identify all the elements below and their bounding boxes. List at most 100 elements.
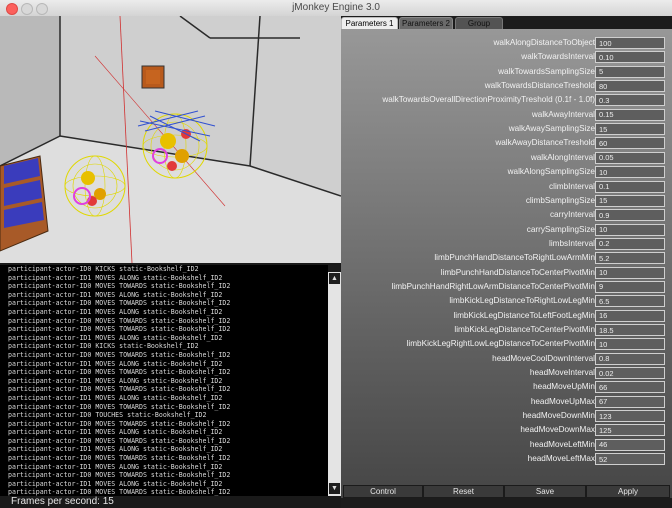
param-label: limbKickLegRightLowLegDistanceToCenterPi… (406, 339, 595, 349)
param-label: walkTowardsDistanceTreshold (484, 81, 595, 91)
log-line: participant-actor-ID0 MOVES TOWARDS stat… (8, 350, 231, 359)
param-row: limbKickLegDistanceToRightLowLegMin (341, 294, 672, 308)
panel-footer (341, 498, 672, 508)
param-row: headMoveLeftMin (341, 438, 672, 452)
param-value-input[interactable] (595, 252, 665, 265)
tab-parameters-1[interactable]: Parameters 1 (341, 17, 398, 29)
param-row: headMoveUpMax (341, 395, 672, 409)
param-value-input[interactable] (595, 51, 665, 64)
param-row: climbInterval (341, 180, 672, 194)
param-value-input[interactable] (595, 166, 665, 179)
param-row: walkAwaySamplingSize (341, 122, 672, 136)
param-row: walkTowardsDistanceTreshold (341, 79, 672, 93)
reset-button[interactable]: Reset (423, 485, 504, 498)
param-value-input[interactable] (595, 395, 665, 408)
tab-bar: Parameters 1 Parameters 2 Group (341, 16, 672, 29)
apply-button[interactable]: Apply (586, 485, 670, 498)
log-line: participant-actor-ID0 KICKS static-Books… (8, 342, 199, 351)
param-value-input[interactable] (595, 223, 665, 236)
param-row: walkAlongDistanceToObject (341, 36, 672, 50)
param-value-input[interactable] (595, 137, 665, 150)
scroll-down-icon[interactable]: ▼ (329, 483, 340, 494)
param-value-input[interactable] (595, 94, 665, 107)
log-line: participant-actor-ID0 MOVES TOWARDS stat… (8, 436, 231, 445)
param-value-input[interactable] (595, 410, 665, 423)
log-line: participant-actor-ID0 MOVES TOWARDS stat… (8, 454, 231, 463)
param-label: carrySamplingSize (526, 224, 595, 234)
log-line: participant-actor-ID1 MOVES ALONG static… (8, 333, 223, 342)
log-line: participant-actor-ID0 MOVES TOWARDS stat… (8, 282, 231, 291)
param-row: walkAlongSamplingSize (341, 165, 672, 179)
param-value-input[interactable] (595, 324, 665, 336)
param-value-input[interactable] (595, 80, 665, 93)
log-line: participant-actor-ID0 MOVES TOWARDS stat… (8, 488, 231, 496)
tab-group[interactable]: Group (455, 17, 503, 29)
param-value-input[interactable] (595, 123, 665, 136)
param-label: walkAlongInterval (530, 152, 595, 162)
save-button[interactable]: Save (504, 485, 586, 498)
console-scrollbar[interactable]: ▲ ▼ (328, 272, 341, 496)
param-label: limbPunchHandDistanceToRightLowArmMin (434, 253, 595, 263)
log-line: participant-actor-ID1 MOVES ALONG static… (8, 428, 223, 437)
log-line: participant-actor-ID1 MOVES ALONG static… (8, 290, 223, 299)
param-label: walkAwaySamplingSize (508, 124, 595, 134)
param-value-input[interactable] (595, 37, 665, 49)
log-line: participant-actor-ID1 MOVES ALONG static… (8, 479, 223, 488)
param-row: headMoveLeftMax (341, 452, 672, 466)
param-value-input[interactable] (595, 65, 665, 78)
param-row: headMoveUpMin (341, 380, 672, 394)
param-value-input[interactable] (595, 367, 665, 380)
log-line: participant-actor-ID1 MOVES ALONG static… (8, 393, 223, 402)
param-value-input[interactable] (595, 180, 665, 193)
param-row: limbPunchHandRightLowArmDistanceToCenter… (341, 280, 672, 294)
param-label: limbsInterval (549, 238, 595, 248)
param-row: limbsInterval (341, 237, 672, 251)
param-label: headMoveLeftMax (527, 454, 595, 464)
param-label: walkTowardsInterval (521, 52, 595, 62)
param-row: walkAlongInterval (341, 151, 672, 165)
param-value-input[interactable] (595, 424, 665, 437)
param-value-input[interactable] (595, 453, 665, 466)
param-label: walkTowardsOverallDirectionProximityTres… (382, 95, 595, 105)
log-line: participant-actor-ID0 MOVES TOWARDS stat… (8, 385, 231, 394)
log-line: participant-actor-ID0 MOVES TOWARDS stat… (8, 325, 231, 334)
param-label: climbInterval (549, 181, 595, 191)
param-row: carrySamplingSize (341, 223, 672, 237)
log-line: participant-actor-ID0 MOVES TOWARDS stat… (8, 402, 231, 411)
param-value-input[interactable] (595, 438, 665, 451)
param-label: headMoveUpMin (533, 382, 595, 392)
param-value-input[interactable] (595, 237, 665, 250)
param-label: climbSamplingSize (525, 195, 595, 205)
param-row: walkTowardsOverallDirectionProximityTres… (341, 93, 672, 107)
param-value-input[interactable] (595, 381, 665, 394)
param-label: headMoveDownMax (520, 425, 595, 435)
param-row: headMoveDownMax (341, 423, 672, 437)
control-button[interactable]: Control (343, 485, 423, 498)
scroll-up-icon[interactable]: ▲ (329, 273, 340, 284)
param-value-input[interactable] (595, 266, 665, 279)
3d-viewport[interactable] (0, 16, 341, 263)
tab-parameters-2[interactable]: Parameters 2 (399, 17, 453, 29)
param-label: headMoveCoolDownInterval (492, 353, 595, 363)
log-line: participant-actor-ID0 MOVES TOWARDS stat… (8, 368, 231, 377)
param-label: walkAlongDistanceToObject (493, 38, 595, 47)
log-line: participant-actor-ID1 MOVES ALONG static… (8, 462, 223, 471)
param-row: headMoveDownMin (341, 409, 672, 423)
param-value-input[interactable] (595, 108, 665, 121)
param-label: limbPunchHandRightLowArmDistanceToCenter… (391, 281, 595, 291)
param-value-input[interactable] (595, 209, 665, 222)
param-label: walkTowardsSamplingSize (498, 66, 595, 76)
title-bar: jMonkey Engine 3.0 (0, 0, 672, 17)
param-value-input[interactable] (595, 309, 665, 322)
param-row: headMoveInterval (341, 366, 672, 380)
log-line: participant-actor-ID0 MOVES TOWARDS stat… (8, 299, 231, 308)
param-row: limbKickLegDistanceToCenterPivotMin (341, 323, 672, 337)
param-value-input[interactable] (595, 280, 665, 293)
param-value-input[interactable] (595, 194, 665, 207)
param-label: carryInterval (549, 210, 595, 220)
param-value-input[interactable] (595, 352, 665, 365)
param-row: limbPunchHandDistanceToRightLowArmMin (341, 251, 672, 265)
param-value-input[interactable] (595, 295, 665, 308)
param-value-input[interactable] (595, 151, 665, 164)
param-value-input[interactable] (595, 338, 665, 351)
